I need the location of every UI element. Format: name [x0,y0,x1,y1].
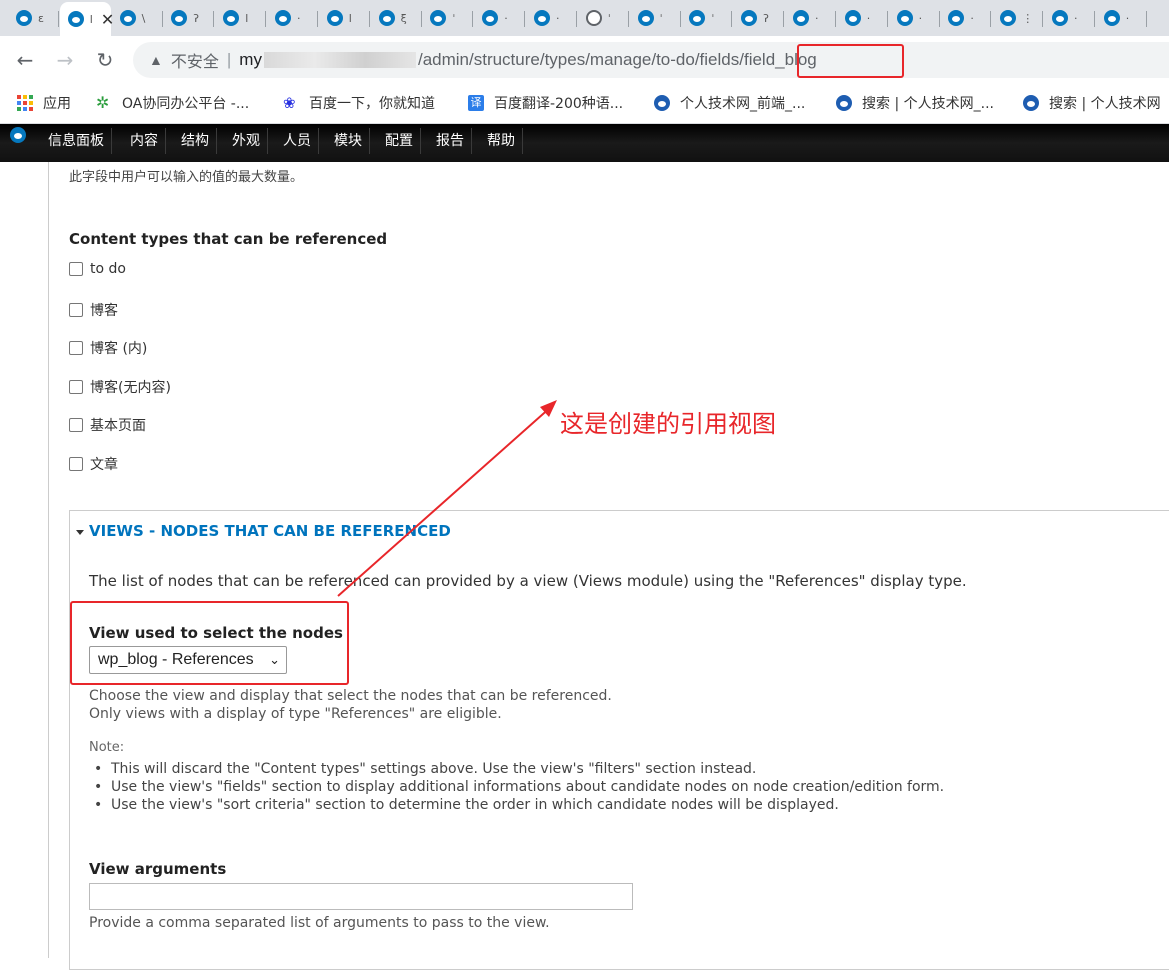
annotation-arrow [337,400,557,597]
annotation-text: 这是创建的引用视图 [560,410,776,438]
